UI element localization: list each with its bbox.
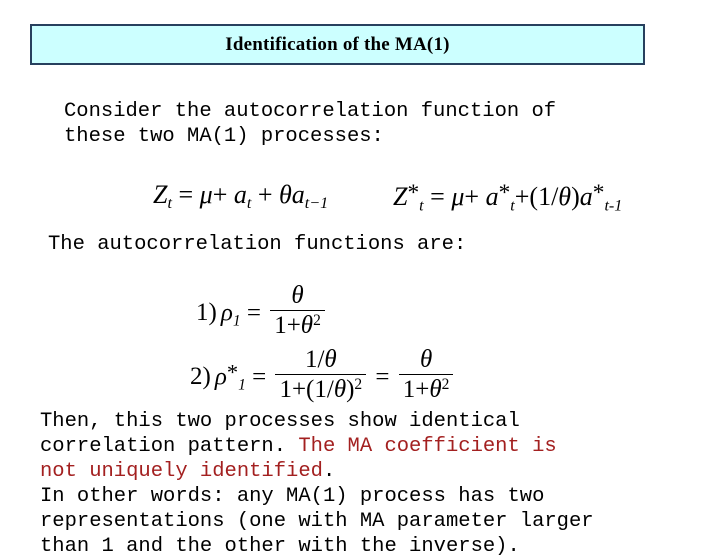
formula-2-fraction-left: 1/θ 1+(1/θ)2 bbox=[275, 346, 367, 404]
equation-2-theta: θ bbox=[558, 182, 572, 212]
equation-1-lhs: Z bbox=[153, 180, 168, 209]
formula-2-right-denominator-prefix: 1+ bbox=[402, 376, 430, 404]
equation-2-mu: μ bbox=[451, 182, 465, 212]
equation-2-coef-open: +(1/ bbox=[514, 182, 559, 212]
equation-2-a-lag: a bbox=[579, 182, 593, 212]
formula-1-equals: = bbox=[246, 299, 261, 327]
equation-1-a-lag: a bbox=[291, 180, 305, 209]
formula-2-left-numerator-theta: θ bbox=[324, 346, 337, 373]
conclusion-paragraph: Then, this two processes show identical … bbox=[40, 409, 720, 559]
equation-1-theta: θ bbox=[279, 180, 292, 209]
formula-2-left-numerator-prefix: 1/ bbox=[304, 346, 325, 373]
equation-1-lhs-subscript: t bbox=[167, 195, 172, 213]
formula-2-right-numerator: θ bbox=[419, 346, 433, 373]
equation-process-2: Z*t = μ+ a*t+(1/θ)a*t-1 bbox=[393, 180, 622, 215]
equation-2-coef-close: ) bbox=[571, 182, 580, 212]
formula-1-fraction: θ 1+θ2 bbox=[270, 282, 325, 340]
process-equations-row: Zt = μ+ at + θat−1 Z*t = μ+ a*t+(1/θ)a*t… bbox=[0, 180, 720, 228]
equation-2-a-star: * bbox=[498, 180, 511, 206]
formula-2-equals-first: = bbox=[252, 363, 267, 391]
formula-2-equals-second: = bbox=[375, 363, 390, 391]
page-title: Identification of the MA(1) bbox=[225, 33, 450, 55]
equation-2-lhs-subscript: t bbox=[419, 197, 424, 215]
formula-1-rho-subscript: 1 bbox=[232, 312, 241, 330]
intro-paragraph: Consider the autocorrelation function of… bbox=[64, 100, 557, 148]
formula-2-left-denominator-prefix: 1+(1/ bbox=[279, 376, 334, 404]
equation-2-lhs-star: * bbox=[407, 180, 420, 206]
equation-1-a-lag-subscript: t−1 bbox=[304, 195, 329, 213]
formula-2-rho: ρ bbox=[214, 363, 227, 391]
slide-title-box: Identification of the MA(1) bbox=[30, 24, 645, 65]
formula-1-denominator-prefix: 1+ bbox=[274, 312, 301, 340]
formula-2-left-denominator-theta: θ bbox=[333, 376, 347, 404]
formula-2-left-denominator-exponent: 2 bbox=[354, 376, 363, 394]
equation-1-plus-a: + bbox=[212, 180, 228, 209]
formula-rho-1: 1) ρ1 = θ 1+θ2 bbox=[196, 282, 328, 343]
formula-1-denominator-exponent: 2 bbox=[313, 312, 321, 330]
formula-2-right-denominator-exponent: 2 bbox=[441, 376, 450, 394]
formula-2-rho-subscript: 1 bbox=[238, 376, 246, 394]
equation-1-plus-theta: + bbox=[257, 180, 273, 209]
formula-2-number: 2) bbox=[190, 363, 211, 391]
equation-2-plus-a: + bbox=[464, 182, 480, 212]
equation-process-1: Zt = μ+ at + θat−1 bbox=[153, 180, 328, 213]
formula-1-denominator-theta: θ bbox=[300, 312, 314, 340]
equation-2-a-lag-subscript: t-1 bbox=[604, 197, 623, 215]
equation-2-equals: = bbox=[430, 182, 445, 212]
formula-1-numerator: θ bbox=[291, 282, 304, 309]
formula-1-rho: ρ bbox=[220, 299, 233, 327]
equation-1-mu: μ bbox=[199, 180, 213, 209]
formula-2-right-denominator-theta: θ bbox=[429, 376, 442, 404]
equation-1-a: a bbox=[233, 180, 247, 209]
formula-2-fraction-right: θ 1+θ2 bbox=[398, 346, 454, 404]
equation-1-equals: = bbox=[178, 180, 194, 209]
formula-2-rho-star: * bbox=[226, 359, 239, 385]
equation-1-a-subscript: t bbox=[246, 195, 252, 213]
formula-1-number: 1) bbox=[196, 299, 217, 327]
equation-2-a: a bbox=[485, 182, 499, 212]
acf-lead-paragraph: The autocorrelation functions are: bbox=[48, 233, 467, 256]
formula-rho-star-1: 2) ρ*1 = 1/θ 1+(1/θ)2 = θ 1+θ2 bbox=[190, 346, 456, 407]
equation-2-a-lag-star: * bbox=[592, 180, 605, 206]
equation-2-lhs: Z bbox=[393, 182, 408, 212]
